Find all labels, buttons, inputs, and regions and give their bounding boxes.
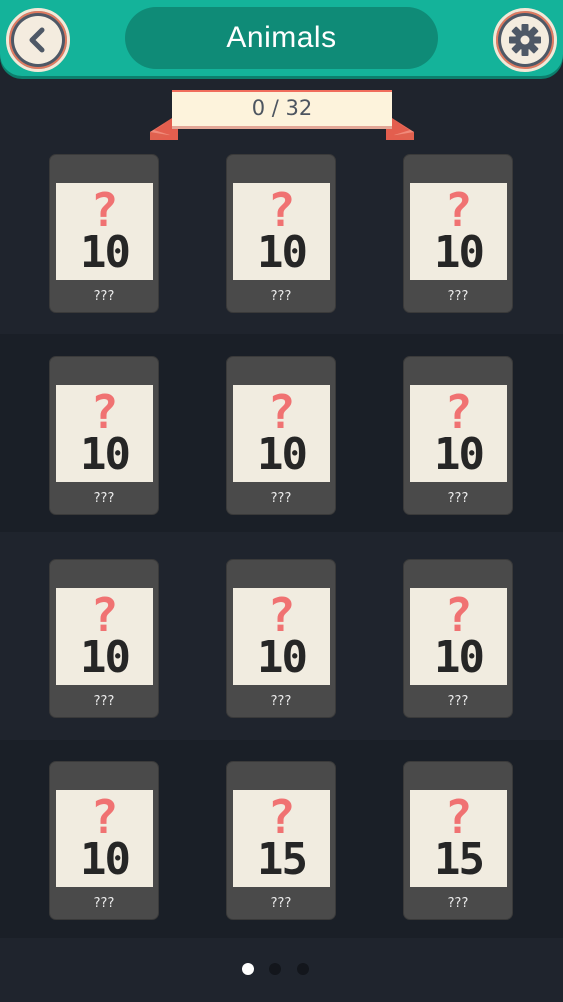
card-face: ? 10 [410,588,507,685]
card-cost: 15 [434,834,485,885]
card-name: ??? [447,896,469,911]
card-slot[interactable]: ? 15??? [226,761,336,920]
card-face: ? 10 [233,588,330,685]
chevron-left-icon [29,27,45,53]
page-dot-1[interactable] [242,963,254,975]
card-face: ? 10 [56,790,153,887]
card-slot[interactable]: ? 15??? [403,761,513,920]
card-slot[interactable]: ? 10??? [403,559,513,718]
page-title: Animals [125,7,438,69]
card-name: ??? [93,289,115,304]
card-name: ??? [270,896,292,911]
card-slot[interactable]: ? 10??? [403,154,513,313]
gear-icon [509,24,541,56]
card-cost: 10 [80,632,131,683]
card-name: ??? [93,491,115,506]
card-slot[interactable]: ? 10??? [49,356,159,515]
page-dot-3[interactable] [297,963,309,975]
card-cost: 10 [80,834,131,885]
card-slot[interactable]: ? 10??? [226,356,336,515]
card-slot[interactable]: ? 10??? [49,154,159,313]
card-name: ??? [447,289,469,304]
page-dot-2[interactable] [269,963,281,975]
card-face: ? 15 [233,790,330,887]
card-face: ? 10 [410,385,507,482]
card-name: ??? [447,491,469,506]
card-cost: 15 [257,834,308,885]
card-face: ? 15 [410,790,507,887]
card-cost: 10 [434,227,485,278]
settings-button[interactable] [493,8,557,72]
card-cost: 10 [80,227,131,278]
card-face: ? 10 [233,385,330,482]
card-face: ? 10 [56,183,153,280]
card-slot[interactable]: ? 10??? [49,761,159,920]
card-name: ??? [270,289,292,304]
card-cost: 10 [257,632,308,683]
card-face: ? 10 [410,183,507,280]
card-name: ??? [93,694,115,709]
card-cost: 10 [257,227,308,278]
top-bar: Animals [0,0,563,76]
card-face: ? 10 [233,183,330,280]
card-slot[interactable]: ? 10??? [403,356,513,515]
card-slot[interactable]: ? 10??? [49,559,159,718]
page-indicator [0,963,563,977]
card-face: ? 10 [56,385,153,482]
card-name: ??? [270,694,292,709]
card-name: ??? [93,896,115,911]
card-cost: 10 [434,632,485,683]
card-cost: 10 [257,429,308,480]
card-name: ??? [270,491,292,506]
card-cost: 10 [434,429,485,480]
card-cost: 10 [80,429,131,480]
card-face: ? 10 [56,588,153,685]
card-slot[interactable]: ? 10??? [226,154,336,313]
back-button[interactable] [6,8,70,72]
card-slot[interactable]: ? 10??? [226,559,336,718]
card-name: ??? [447,694,469,709]
progress-counter: 0 / 32 [251,96,313,120]
